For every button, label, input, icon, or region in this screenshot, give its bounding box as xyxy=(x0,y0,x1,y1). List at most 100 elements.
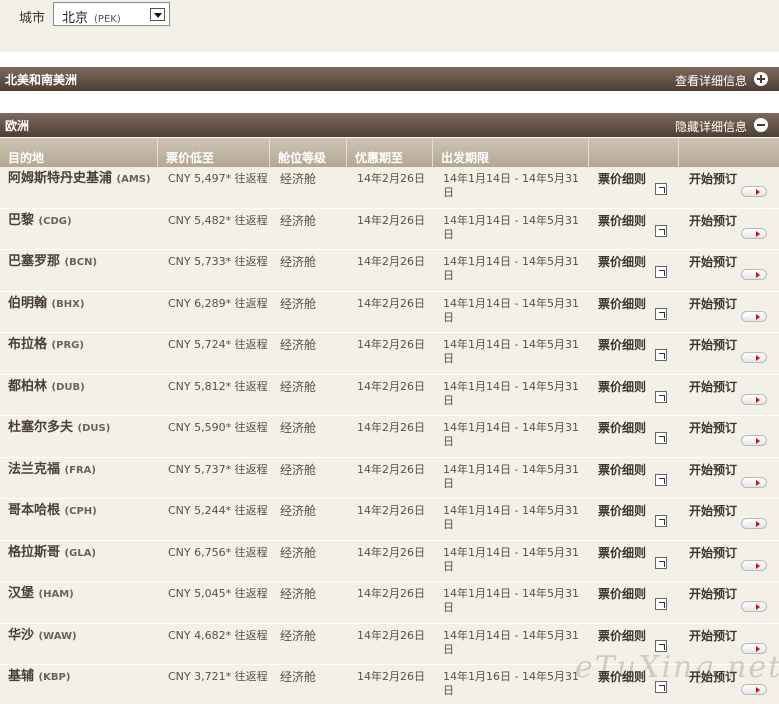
collapse-minus-icon[interactable] xyxy=(754,118,768,132)
fare-rules-link[interactable]: 票价细则 xyxy=(598,255,648,269)
col-destination: 目的地 xyxy=(0,138,158,167)
fare-price: CNY 5,045* 往返程 xyxy=(168,587,268,600)
fare-rules-link[interactable]: 票价细则 xyxy=(598,421,648,435)
arrow-right-button-icon[interactable] xyxy=(741,310,767,322)
travel-period: 14年1月14日 - 14年5月31日 xyxy=(443,296,579,324)
offer-expiry: 14年2月26日 xyxy=(357,587,425,600)
fare-price: CNY 6,756* 往返程 xyxy=(168,545,268,559)
arrow-right-button-icon[interactable] xyxy=(741,352,767,363)
offer-expiry: 14年2月26日 xyxy=(357,462,425,476)
destination-name: 格拉斯哥 (GLA) xyxy=(8,544,97,560)
external-link-icon[interactable] xyxy=(655,432,667,444)
book-now-link[interactable]: 开始预订 xyxy=(689,463,737,477)
travel-period: 14年1月14日 - 14年5月31日 xyxy=(443,213,579,241)
arrow-right-button-icon[interactable] xyxy=(741,518,767,529)
travel-period: 14年1月14日 - 14年5月31日 xyxy=(443,338,579,365)
table-row: 都柏林 (DUB) CNY 5,812* 往返程 经济舱 14年2月26日 14年1月1… xyxy=(0,374,779,416)
offer-expiry: 14年2月26日 xyxy=(357,296,425,310)
book-now-link[interactable]: 开始预订 xyxy=(689,214,737,228)
external-link-icon[interactable] xyxy=(655,307,667,320)
arrow-right-button-icon[interactable] xyxy=(741,559,767,571)
fare-price: CNY 3,721* 往返程 xyxy=(168,670,268,683)
arrow-right-button-icon[interactable] xyxy=(741,476,767,488)
arrow-right-button-icon[interactable] xyxy=(741,435,767,446)
fare-rules-link[interactable]: 票价细则 xyxy=(598,380,648,394)
cabin-class: 经济舱 xyxy=(280,545,317,560)
fare-rules-link[interactable]: 票价细则 xyxy=(598,214,648,228)
offer-expiry: 14年2月26日 xyxy=(357,172,425,185)
fare-price: CNY 5,812* 往返程 xyxy=(168,379,268,393)
offer-expiry: 14年2月26日 xyxy=(357,504,425,517)
external-link-icon[interactable] xyxy=(655,224,667,237)
expand-plus-icon[interactable] xyxy=(754,72,768,86)
chevron-down-icon[interactable] xyxy=(150,8,165,21)
divider xyxy=(0,91,779,113)
fare-price: CNY 6,289* 往返程 xyxy=(168,296,268,310)
book-now-link[interactable]: 开始预订 xyxy=(689,421,737,435)
col-cabin: 舱位等级 xyxy=(270,138,347,167)
col-detail xyxy=(589,138,679,167)
city-filter-bar: 城市 北京 (PEK) xyxy=(0,0,779,52)
cabin-class: 经济舱 xyxy=(280,172,317,186)
destination-name: 汉堡 (HAM) xyxy=(8,586,74,601)
destination-name: 巴塞罗那 (BCN) xyxy=(8,254,98,269)
book-now-link[interactable]: 开始预订 xyxy=(689,587,737,601)
book-now-link[interactable]: 开始预订 xyxy=(689,297,737,311)
arrow-right-button-icon[interactable] xyxy=(741,684,767,695)
offer-expiry: 14年2月26日 xyxy=(357,213,425,227)
fare-rules-link[interactable]: 票价细则 xyxy=(598,338,648,352)
external-link-icon[interactable] xyxy=(655,183,667,195)
region-header-americas[interactable]: 北美和南美洲 查看详细信息 xyxy=(0,67,779,91)
fare-rules-link[interactable]: 票价细则 xyxy=(598,463,648,477)
fare-rules-link[interactable]: 票价细则 xyxy=(598,504,648,518)
external-link-icon[interactable] xyxy=(655,473,667,486)
cabin-class: 经济舱 xyxy=(280,462,317,477)
city-select[interactable]: 北京 (PEK) xyxy=(53,2,170,26)
arrow-right-button-icon[interactable] xyxy=(741,186,767,197)
destination-name: 法兰克福 (FRA) xyxy=(8,461,96,477)
travel-period: 14年1月14日 - 14年5月31日 xyxy=(443,172,579,199)
book-now-link[interactable]: 开始预订 xyxy=(689,172,737,186)
external-link-icon[interactable] xyxy=(655,515,667,527)
arrow-right-button-icon[interactable] xyxy=(741,393,767,405)
fare-rules-link[interactable]: 票价细则 xyxy=(598,629,648,643)
external-link-icon[interactable] xyxy=(655,598,667,610)
external-link-icon[interactable] xyxy=(655,349,667,361)
travel-period: 14年1月14日 - 14年5月31日 xyxy=(443,587,579,614)
destination-name: 巴黎 (CDG) xyxy=(8,212,72,228)
arrow-right-button-icon[interactable] xyxy=(741,227,767,239)
destination-name: 伯明翰 (BHX) xyxy=(8,295,85,311)
arrow-right-button-icon[interactable] xyxy=(741,269,767,280)
table-row: 汉堡 (HAM) CNY 5,045* 往返程 经济舱 14年2月26日 14年1月14… xyxy=(0,582,779,624)
arrow-right-button-icon[interactable] xyxy=(741,601,767,612)
city-select-value: 北京 (PEK) xyxy=(62,11,121,26)
external-link-icon[interactable] xyxy=(655,556,667,569)
book-now-link[interactable]: 开始预订 xyxy=(689,546,737,560)
table-row: 伯明翰 (BHX) CNY 6,289* 往返程 经济舱 14年2月26日 14年1月1… xyxy=(0,291,779,333)
book-now-link[interactable]: 开始预订 xyxy=(689,629,737,643)
destination-name: 基辅 (KBP) xyxy=(8,669,71,684)
fare-price: CNY 5,724* 往返程 xyxy=(168,338,268,351)
fare-rules-link[interactable]: 票价细则 xyxy=(598,546,648,560)
show-details-link[interactable]: 查看详细信息 xyxy=(675,72,747,89)
travel-period: 14年1月14日 - 14年5月31日 xyxy=(443,421,579,448)
fare-rules-link[interactable]: 票价细则 xyxy=(598,172,648,186)
hide-details-link[interactable]: 隐藏详细信息 xyxy=(675,118,747,135)
travel-period: 14年1月14日 - 14年5月31日 xyxy=(443,545,579,573)
offer-expiry: 14年2月26日 xyxy=(357,628,425,642)
offer-expiry: 14年2月26日 xyxy=(357,379,425,393)
book-now-link[interactable]: 开始预订 xyxy=(689,255,737,269)
book-now-link[interactable]: 开始预订 xyxy=(689,338,737,352)
region-header-europe[interactable]: 欧洲 隐藏详细信息 xyxy=(0,113,779,137)
table-row: 布拉格 (PRG) CNY 5,724* 往返程 经济舱 14年2月26日 14年1月1… xyxy=(0,333,779,375)
book-now-link[interactable]: 开始预订 xyxy=(689,504,737,518)
offer-expiry: 14年2月26日 xyxy=(357,421,425,434)
external-link-icon[interactable] xyxy=(655,390,667,403)
fare-rules-link[interactable]: 票价细则 xyxy=(598,587,648,601)
external-link-icon[interactable] xyxy=(655,266,667,278)
fare-rules-link[interactable]: 票价细则 xyxy=(598,297,648,311)
table-row: 格拉斯哥 (GLA) CNY 6,756* 往返程 经济舱 14年2月26日 14年1月… xyxy=(0,540,779,582)
table-row: 巴塞罗那 (BCN) CNY 5,733* 往返程 经济舱 14年2月26日 14年1月… xyxy=(0,250,779,292)
book-now-link[interactable]: 开始预订 xyxy=(689,380,737,394)
watermark: eTuXing.net xyxy=(575,650,779,685)
